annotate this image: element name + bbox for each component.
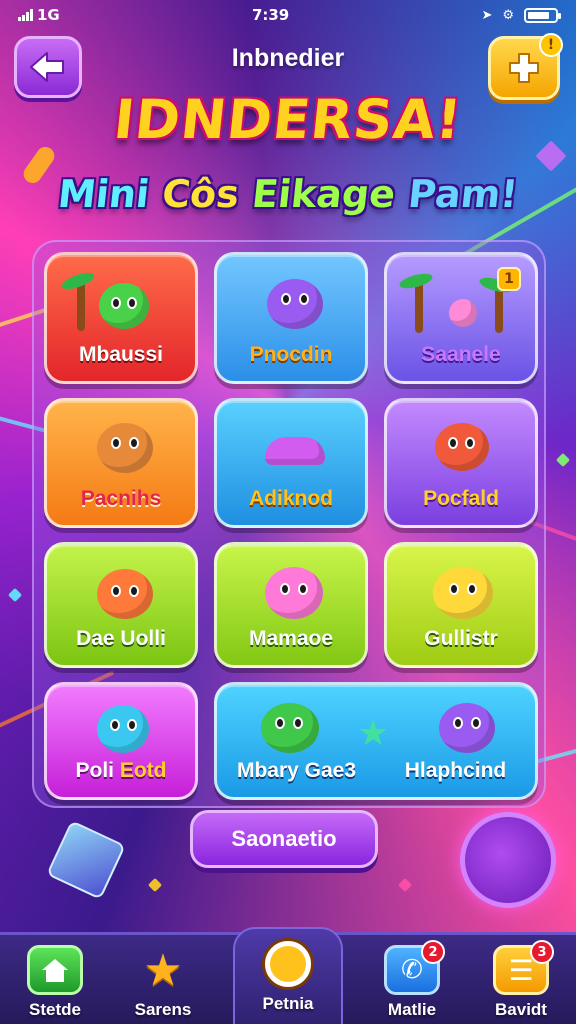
star-icon: ★ — [143, 944, 183, 996]
status-right: ➤ ⚙ — [481, 7, 561, 23]
magnifier-icon — [260, 939, 316, 989]
nav-item-matlie[interactable]: ✆ 2 Matlie — [357, 935, 467, 1024]
game-label: Pocfald — [423, 487, 499, 510]
nav-label: Stetde — [29, 1000, 81, 1019]
notification-badge: 3 — [530, 940, 554, 964]
game-tile-mamaoe[interactable]: Mamaoe — [214, 542, 368, 668]
location-icon: ➤ — [481, 7, 493, 23]
game-label: Pnocdin — [249, 343, 333, 366]
nav-label: Petnia — [262, 994, 314, 1013]
game-tile-pnocdin[interactable]: Pnocdin — [214, 252, 368, 384]
subtitle-word: Eikage — [249, 172, 398, 216]
status-left: 1G — [18, 6, 60, 24]
game-label: Gullistr — [424, 627, 498, 650]
yellow-blob — [433, 567, 493, 619]
game-grid: Mbaussi Pnocdin 1 Saanele Pacnihs Adikno… — [32, 240, 546, 808]
action-button[interactable]: Saonaetio — [190, 810, 378, 868]
game-label-part: Eotd — [119, 759, 167, 782]
menu-icon: ☰ 3 — [493, 940, 554, 995]
game-label: Mbary Gae3 — [236, 759, 357, 782]
pink-creature — [265, 567, 323, 619]
game-tile-pacnihs[interactable]: Pacnihs — [44, 398, 198, 528]
phone-icon: ✆ 2 — [384, 940, 445, 995]
wifi-icon: ⚙ — [502, 7, 514, 23]
game-label: Hlaphcind — [404, 759, 507, 782]
monster-character — [99, 283, 149, 329]
subtitle-word: Mini — [55, 172, 152, 216]
status-time: 7:39 — [251, 6, 290, 24]
flower-creature — [97, 705, 149, 753]
main-title: IDNDERSA! — [110, 88, 466, 151]
game-label-part: Poli — [75, 759, 114, 782]
home-icon — [27, 945, 83, 995]
red-creature — [435, 423, 489, 471]
add-badge: ! — [539, 33, 563, 57]
game-label: Mbaussi — [78, 343, 164, 366]
game-label: Dae Uolli — [76, 627, 166, 650]
palm-tree — [415, 281, 423, 333]
game-label: Adiknod — [249, 487, 333, 510]
star-icon: ★ — [357, 713, 390, 754]
bear-character — [97, 423, 153, 473]
tile-badge: 1 — [497, 267, 521, 291]
nav-label: Sarens — [134, 1000, 192, 1019]
signal-label: 1G — [37, 6, 60, 24]
game-tile-mbaussi[interactable]: Mbaussi — [44, 252, 198, 384]
bear-face — [97, 569, 153, 619]
purple-creature — [439, 703, 495, 753]
nav-label: Bavidt — [495, 1000, 547, 1019]
add-puzzle-icon — [509, 53, 539, 83]
nav-item-petnia[interactable]: Petnia — [233, 927, 343, 1024]
cupcake — [449, 299, 477, 327]
green-dino — [261, 703, 319, 753]
game-label: Pacnihs — [80, 487, 162, 510]
game-tile-dae-uolli[interactable]: Dae Uolli — [44, 542, 198, 668]
battery-level — [528, 11, 549, 19]
game-label: Mamaoe — [248, 627, 334, 650]
game-tile-adiknod[interactable]: Adiknod — [214, 398, 368, 528]
game-label: Saanele — [421, 343, 501, 366]
battery-icon — [524, 7, 561, 23]
game-tile-saanele[interactable]: 1 Saanele — [384, 252, 538, 384]
purple-creature — [267, 279, 323, 329]
palm-tree — [77, 281, 85, 331]
bottom-nav: Stetde ★ Sarens Petnia ✆ 2 Matlie ☰ 3 Ba… — [0, 927, 576, 1024]
subtitle-word: Côs — [160, 172, 242, 216]
subtitle-word: Pam! — [406, 172, 521, 216]
game-tile-poli-eotd[interactable]: Poli Eotd — [44, 682, 198, 800]
nav-label: Matlie — [387, 1000, 437, 1019]
subtitle: Mini Côs Eikage Pam! — [0, 172, 576, 216]
status-bar: 1G 7:39 ➤ ⚙ — [0, 0, 576, 30]
mushroom — [265, 437, 325, 465]
nav-item-bavidt[interactable]: ☰ 3 Bavidt — [466, 935, 576, 1024]
game-tile-mbary-gae3[interactable]: ★ Mbary Gae3 Hlaphcind — [214, 682, 538, 800]
nav-item-stetde[interactable]: Stetde — [0, 935, 110, 1024]
game-label: Poli Eotd — [47, 759, 195, 783]
game-tile-pocfald[interactable]: Pocfald — [384, 398, 538, 528]
game-tile-gullistr[interactable]: Gullistr — [384, 542, 538, 668]
signal-icon — [18, 9, 33, 21]
notification-badge: 2 — [421, 940, 445, 964]
nav-item-sarens[interactable]: ★ Sarens — [108, 935, 218, 1024]
